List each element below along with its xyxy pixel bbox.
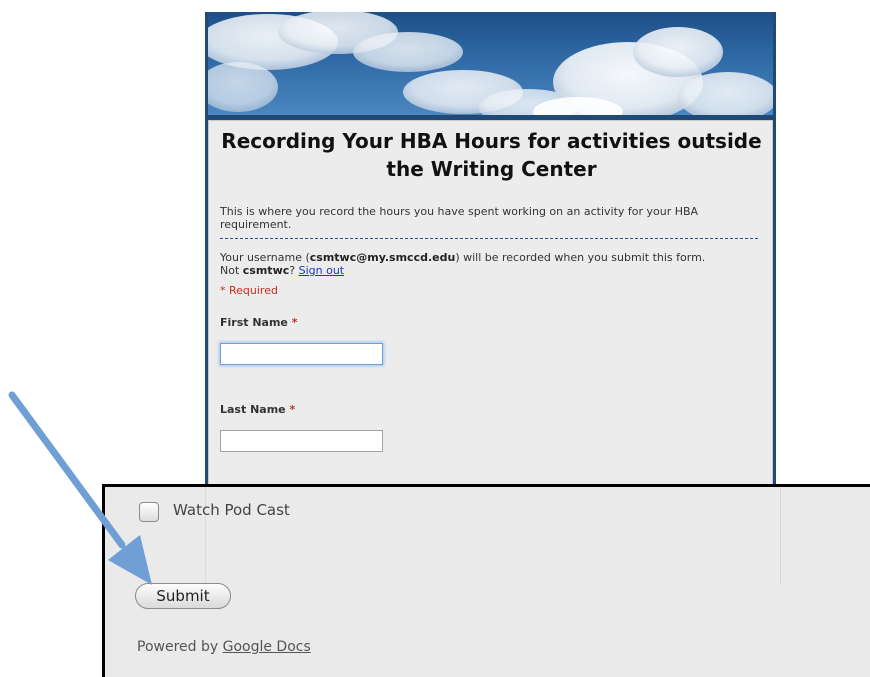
required-note: * Required (220, 284, 278, 297)
username-notice: Your username (csmtwc@my.smccd.edu) will… (220, 251, 765, 277)
dashed-divider (220, 238, 758, 239)
required-star: * (289, 403, 296, 416)
google-docs-link[interactable]: Google Docs (223, 639, 311, 655)
username: csmtwc@my.smccd.edu (309, 251, 456, 264)
short-username: csmtwc (242, 264, 290, 277)
form-frame: Recording Your HBA Hours for activities … (205, 12, 776, 487)
clouds-image (208, 12, 773, 115)
first-name-label-text: First Name (220, 316, 288, 329)
last-name-input[interactable] (220, 430, 383, 452)
required-star: * (291, 316, 298, 329)
powered-by-text: Powered by (137, 639, 223, 655)
form-description: This is where you record the hours you h… (220, 205, 699, 231)
last-name-label: Last Name * (220, 403, 295, 416)
first-name-label: First Name * (220, 316, 298, 329)
first-name-input[interactable] (220, 343, 383, 365)
powered-by-line: Powered by Google Docs (137, 639, 311, 655)
username-suffix: ) will be recorded when you submit this … (455, 251, 706, 264)
watch-pod-cast-checkbox[interactable] (139, 502, 159, 522)
not-suffix: ? (289, 264, 299, 277)
username-prefix: Your username ( (220, 251, 310, 264)
last-name-label-text: Last Name (220, 403, 286, 416)
not-prefix: Not (220, 264, 243, 277)
form-panel: Recording Your HBA Hours for activities … (208, 120, 773, 487)
submit-button[interactable]: Submit (135, 583, 231, 609)
watch-pod-cast-label: Watch Pod Cast (173, 501, 290, 519)
form-title: Recording Your HBA Hours for activities … (221, 129, 762, 181)
zoomed-form-footer: Watch Pod Cast Submit Powered by Google … (102, 484, 870, 677)
sky-clouds-banner (208, 12, 773, 115)
zoom-divider-right (780, 487, 781, 585)
sign-out-link[interactable]: Sign out (299, 264, 345, 277)
